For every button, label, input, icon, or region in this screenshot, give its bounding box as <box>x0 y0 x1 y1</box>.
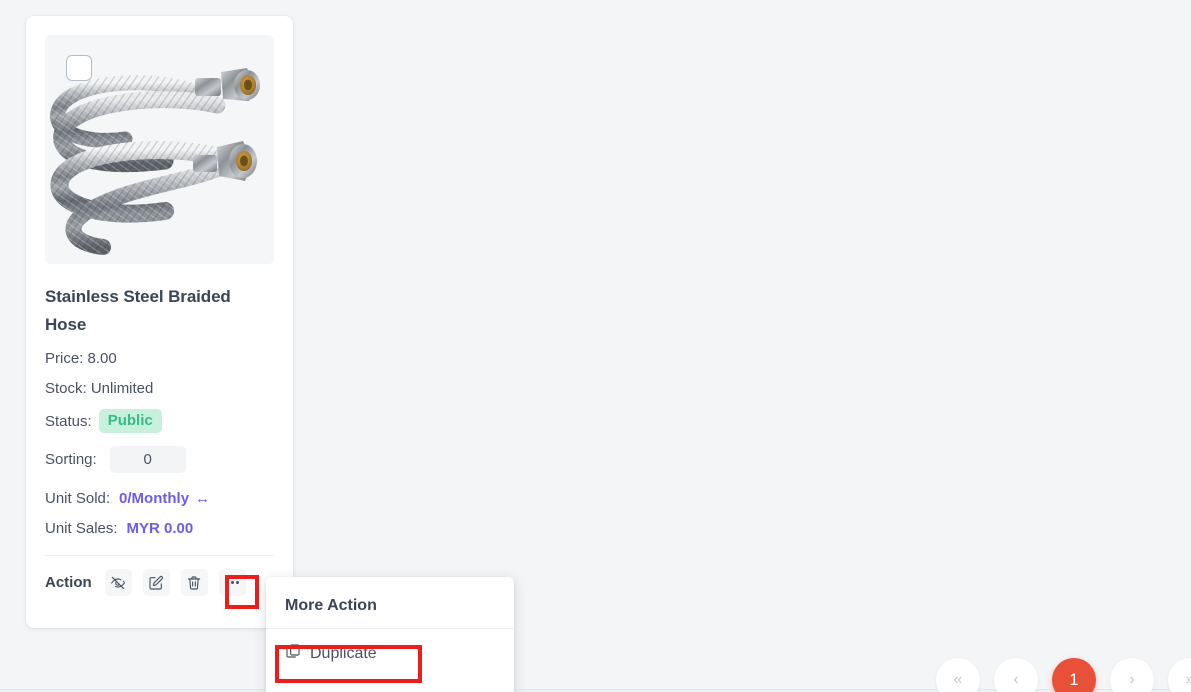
product-stock: Stock: Unlimited <box>45 380 154 397</box>
product-sorting-row: Sorting: <box>45 446 274 473</box>
unit-sales-label: Unit Sales: <box>45 520 118 537</box>
left-right-arrow-icon[interactable]: ↔ <box>195 489 210 508</box>
eye-off-icon[interactable] <box>104 569 132 596</box>
action-row: Action <box>45 569 274 596</box>
menu-item-duplicate-label: Duplicate <box>310 644 377 662</box>
pagination: « ‹ 1 › » <box>936 658 1191 692</box>
page-left-edge <box>0 0 5 692</box>
status-label: Status: <box>45 412 92 430</box>
more-action-popup: More Action Duplicate <box>266 577 514 692</box>
copy-duplicate-icon <box>285 643 301 664</box>
page-root: Stainless Steel Braided Hose Price: 8.00… <box>0 0 1191 692</box>
product-select-checkbox[interactable] <box>66 55 92 81</box>
action-label: Action <box>45 574 92 591</box>
sorting-input[interactable] <box>109 446 186 473</box>
product-price: Price: 8.00 <box>45 350 117 367</box>
unit-sales-value: MYR 0.00 <box>126 520 194 537</box>
product-thumbnail[interactable] <box>45 35 274 264</box>
unit-sold-value[interactable]: 0/Monthly <box>119 489 189 508</box>
product-title: Stainless Steel Braided Hose <box>45 287 231 334</box>
trash-icon[interactable] <box>180 569 208 596</box>
edit-pencil-square-icon[interactable] <box>142 569 170 596</box>
product-status-row: Status: Public <box>45 409 274 433</box>
status-badge: Public <box>98 409 162 433</box>
sorting-label: Sorting: <box>45 451 97 468</box>
more-action-popup-title: More Action <box>285 597 377 614</box>
product-card: Stainless Steel Braided Hose Price: 8.00… <box>26 16 293 628</box>
pagination-last-button[interactable]: » <box>1168 658 1191 692</box>
pagination-first-button[interactable]: « <box>936 658 980 692</box>
card-divider <box>45 555 274 556</box>
unit-sold-row: Unit Sold: 0/Monthly ↔ <box>45 489 274 508</box>
pagination-prev-button[interactable]: ‹ <box>994 658 1038 692</box>
unit-sold-label: Unit Sold: <box>45 490 111 507</box>
pagination-page-1-button[interactable]: 1 <box>1052 658 1096 692</box>
ellipsis-icon[interactable] <box>218 569 246 596</box>
unit-sales-row: Unit Sales: MYR 0.00 <box>45 519 274 538</box>
ellipsis-dots <box>225 581 240 584</box>
menu-item-duplicate[interactable]: Duplicate <box>266 629 514 678</box>
pagination-next-button[interactable]: › <box>1110 658 1154 692</box>
